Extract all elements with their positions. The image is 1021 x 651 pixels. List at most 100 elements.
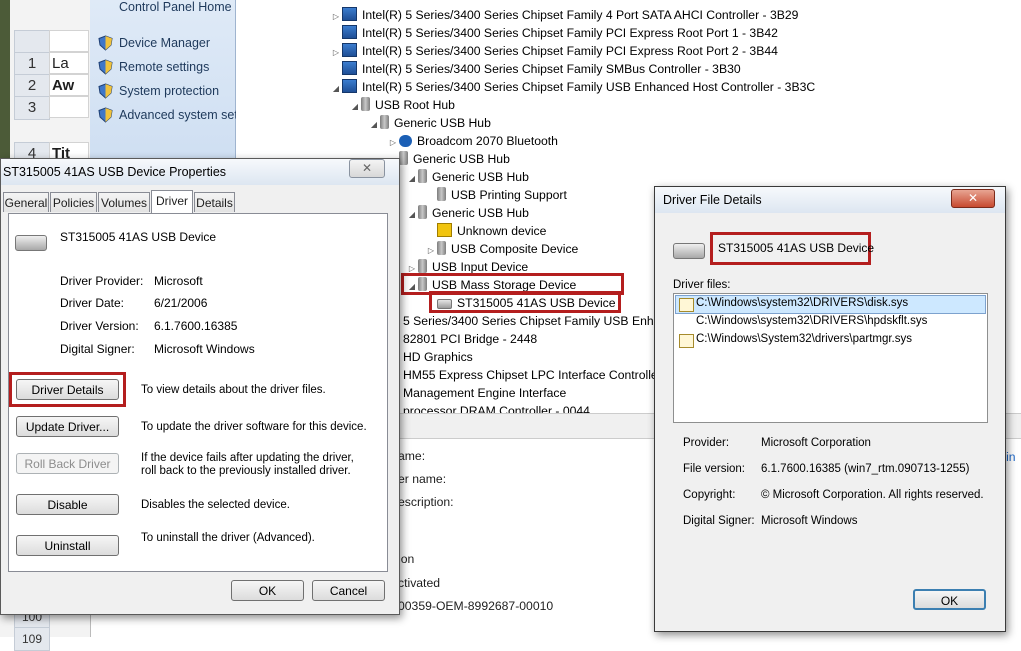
- field-label: Digital Signer:: [60, 342, 135, 356]
- device-tree-item[interactable]: ▷ USB Composite Device: [425, 240, 578, 258]
- ok-button[interactable]: OK: [913, 589, 986, 610]
- property-label: escription:: [398, 495, 454, 509]
- row-header[interactable]: 3: [14, 96, 50, 120]
- device-tree-item[interactable]: ◢Generic USB Hub: [368, 114, 491, 132]
- tab-general[interactable]: General: [3, 192, 49, 212]
- usb-connector-icon: [418, 259, 427, 273]
- device-tree-label: USB Input Device: [432, 260, 529, 274]
- device-tree-item[interactable]: Unknown device: [425, 222, 546, 240]
- device-tree-item[interactable]: Intel(R) 5 Series/3400 Series Chipset Fa…: [330, 60, 741, 78]
- driver-date-value: 6/21/2006: [154, 296, 208, 310]
- device-tree-label: Intel(R) 5 Series/3400 Series Chipset Fa…: [362, 26, 778, 40]
- field-label: Driver Date:: [60, 296, 125, 310]
- driver-file-details-dialog: Driver File Details ✕ ST315005 41AS USB …: [654, 186, 1006, 632]
- device-tree-label: USB Composite Device: [451, 242, 579, 256]
- usb-connector-icon: [437, 187, 446, 201]
- pci-device-icon: [342, 79, 357, 93]
- shield-icon: [98, 83, 113, 99]
- device-tree-item[interactable]: ◢ USB Root Hub: [349, 96, 455, 114]
- property-label: er name:: [398, 472, 447, 486]
- device-tree-label: Intel(R) 5 Series/3400 Series Chipset Fa…: [362, 80, 816, 94]
- device-tree-item[interactable]: ▷ Broadcom 2070 Bluetooth: [387, 132, 558, 150]
- field-label: Digital Signer:: [683, 515, 755, 527]
- driver-files-list[interactable]: C:\Windows\system32\DRIVERS\disk.sys C:\…: [673, 293, 988, 423]
- highlight-box: [429, 291, 621, 313]
- sheet-cell[interactable]: [49, 30, 89, 52]
- field-label: File version:: [683, 463, 745, 475]
- usb-connector-icon: [418, 205, 427, 219]
- ok-button[interactable]: OK: [231, 580, 304, 601]
- usb-connector-icon: [399, 151, 408, 165]
- row-header[interactable]: 1: [14, 52, 50, 76]
- device-tree-item[interactable]: ▷ Intel(R) 5 Series/3400 Series Chipset F…: [330, 6, 798, 24]
- device-tree-item[interactable]: ◢ Generic USB Hub: [406, 168, 529, 186]
- sheet-cell[interactable]: Aw: [49, 74, 89, 96]
- sheet-cell[interactable]: [49, 96, 89, 118]
- usb-connector-icon: [418, 169, 427, 183]
- shield-icon: [98, 35, 113, 51]
- device-tree-label: USB Printing Support: [451, 188, 567, 202]
- collapse-arrow-icon[interactable]: ◢: [349, 98, 361, 116]
- provider-value: Microsoft Corporation: [761, 437, 871, 449]
- device-tree-label: Generic USB Hub: [413, 152, 510, 166]
- dialog-title: Driver File Details: [663, 193, 762, 207]
- collapse-arrow-icon[interactable]: ◢: [330, 80, 342, 98]
- device-name: ST315005 41AS USB Device: [60, 230, 217, 244]
- pci-device-icon: [342, 43, 357, 57]
- device-tree-item[interactable]: 82801 PCI Bridge - 2448: [403, 330, 537, 348]
- driver-file-item[interactable]: C:\Windows\system32\DRIVERS\hpdskflt.sys: [696, 315, 927, 327]
- row-header[interactable]: 109: [14, 627, 50, 651]
- action-description: To update the driver software for this d…: [141, 421, 367, 433]
- field-label: Copyright:: [683, 489, 736, 501]
- pci-device-icon: [342, 7, 357, 21]
- tab-volumes[interactable]: Volumes: [98, 192, 150, 212]
- driver-details-button[interactable]: Driver Details: [16, 379, 119, 400]
- pci-device-icon: [342, 25, 357, 39]
- device-tree-item[interactable]: USB Printing Support: [425, 186, 567, 204]
- tab-policies[interactable]: Policies: [50, 192, 97, 212]
- device-tree-item[interactable]: Management Engine Interface: [403, 384, 566, 402]
- cancel-button[interactable]: Cancel: [312, 580, 385, 601]
- digital-signer-value: Microsoft Windows: [761, 515, 858, 527]
- close-button[interactable]: ✕: [349, 159, 385, 178]
- tab-driver[interactable]: Driver: [151, 190, 193, 213]
- uninstall-button[interactable]: Uninstall: [16, 535, 119, 556]
- disable-button[interactable]: Disable: [16, 494, 119, 515]
- collapse-arrow-icon[interactable]: ◢: [406, 206, 418, 224]
- roll-back-driver-button[interactable]: Roll Back Driver: [16, 453, 119, 474]
- system-protection-link[interactable]: System protection: [119, 84, 219, 98]
- file-version-value: 6.1.7600.16385 (win7_rtm.090713-1255): [761, 463, 970, 475]
- usb-connector-icon: [380, 115, 389, 129]
- control-panel-sidebar: Control Panel Home Device Manager Remote…: [90, 0, 264, 160]
- device-manager-link[interactable]: Device Manager: [119, 36, 210, 50]
- device-tree-label: Broadcom 2070 Bluetooth: [417, 134, 558, 148]
- close-button[interactable]: ✕: [951, 189, 995, 208]
- action-description: To uninstall the driver (Advanced).: [141, 532, 315, 544]
- device-tree-item[interactable]: ◢Generic USB Hub: [406, 204, 529, 222]
- row-header[interactable]: 2: [14, 74, 50, 98]
- collapse-arrow-icon[interactable]: ◢: [406, 170, 418, 188]
- remote-settings-link[interactable]: Remote settings: [119, 60, 209, 74]
- update-driver-button[interactable]: Update Driver...: [16, 416, 119, 437]
- device-tree-item[interactable]: ◢Generic USB Hub: [387, 150, 510, 168]
- sheet-cell[interactable]: La: [49, 52, 89, 74]
- warning-icon: [437, 223, 452, 237]
- title-bar: Driver File Details ✕: [655, 187, 1005, 213]
- row-header[interactable]: [14, 30, 50, 54]
- close-icon: ✕: [361, 161, 373, 175]
- signed-file-icon: [679, 298, 694, 312]
- collapse-arrow-icon[interactable]: ◢: [368, 116, 380, 134]
- control-panel-home-link[interactable]: Control Panel Home: [119, 0, 232, 14]
- spreadsheet-toolbar-strip: [0, 0, 10, 160]
- shield-icon: [98, 59, 113, 75]
- device-tree-label: Management Engine Interface: [403, 386, 567, 400]
- device-tree-item[interactable]: ▷ Intel(R) 5 Series/3400 Series Chipset F…: [330, 42, 778, 60]
- device-tree-item[interactable]: ◢ Intel(R) 5 Series/3400 Series Chipset F…: [330, 78, 815, 96]
- device-tree-item[interactable]: HD Graphics: [403, 348, 473, 366]
- usb-connector-icon: [361, 97, 370, 111]
- driver-file-item[interactable]: C:\Windows\System32\drivers\partmgr.sys: [696, 333, 912, 345]
- device-tree-label: Generic USB Hub: [432, 170, 529, 184]
- device-tree-item[interactable]: Intel(R) 5 Series/3400 Series Chipset Fa…: [330, 24, 778, 42]
- tab-details[interactable]: Details: [194, 192, 235, 212]
- driver-file-item[interactable]: C:\Windows\system32\DRIVERS\disk.sys: [696, 297, 908, 309]
